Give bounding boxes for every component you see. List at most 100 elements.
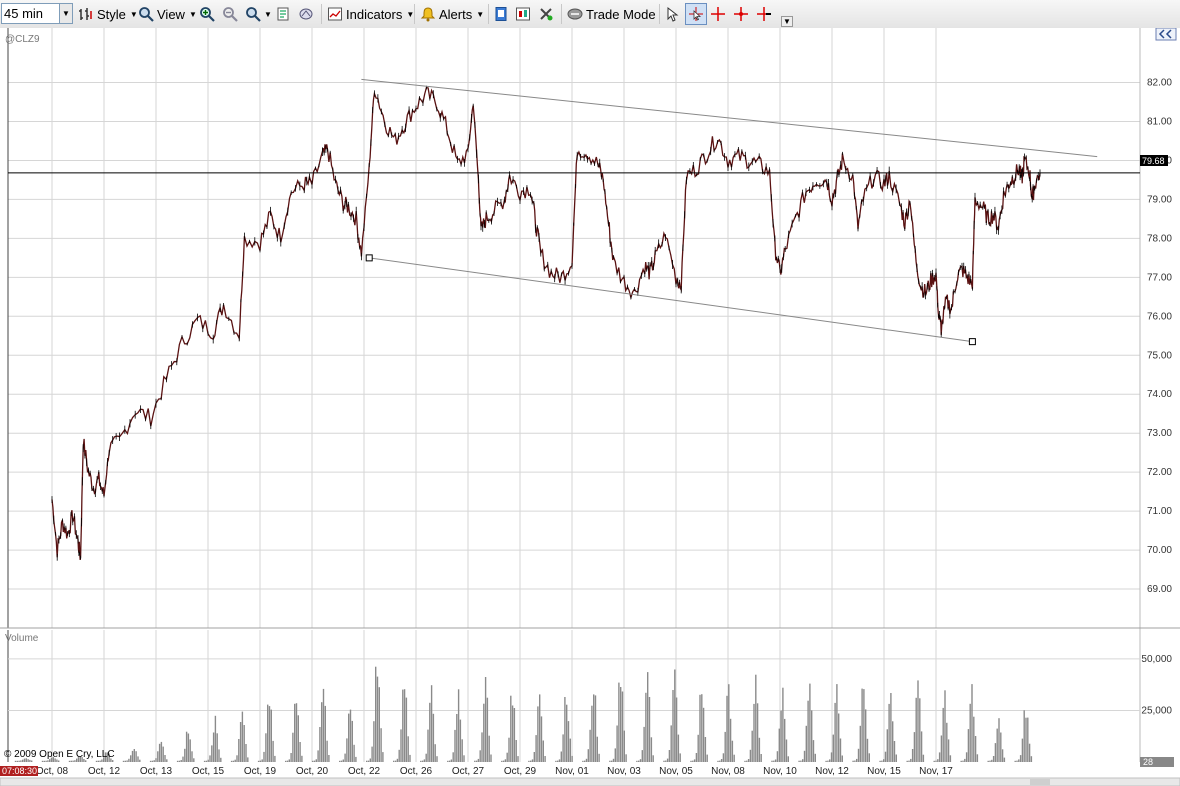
volume-bar <box>484 677 487 762</box>
crosshair-tool-button[interactable] <box>685 3 707 25</box>
volume-bar <box>935 760 937 762</box>
volume-bar <box>72 760 74 762</box>
trendline-handle[interactable] <box>968 338 976 346</box>
volume-bar <box>774 759 777 762</box>
volume-bar <box>68 760 71 762</box>
volume-bar <box>477 758 480 762</box>
interval-select[interactable]: 45 min ▼ <box>1 3 73 24</box>
volume-bar <box>239 722 242 762</box>
volume-bar <box>232 760 235 762</box>
volume-bar <box>969 703 971 762</box>
volume-bar <box>639 759 642 762</box>
volume-bar <box>185 731 188 762</box>
zoom-menu-button[interactable]: ▼ <box>245 4 272 24</box>
volume-bar <box>241 711 244 762</box>
trade-mode-button[interactable]: Trade Mode <box>567 4 656 24</box>
volume-bar <box>747 759 750 762</box>
volume-bar <box>230 760 233 762</box>
zoom-in-button[interactable] <box>199 4 218 24</box>
volume-bar <box>643 726 645 762</box>
volume-bar <box>722 753 725 762</box>
volume-bar <box>1000 732 1002 762</box>
volume-bar <box>886 729 888 762</box>
global-crosshair-icon <box>734 7 748 21</box>
volume-bar <box>991 759 993 762</box>
volume-bar <box>270 709 272 762</box>
volume-bar <box>1030 756 1033 762</box>
volume-bar <box>176 760 179 762</box>
volume-bar <box>297 715 299 762</box>
volume-bar <box>511 705 514 762</box>
volume-bar <box>380 728 382 762</box>
volume-bar <box>569 738 571 762</box>
zoom-out-button[interactable] <box>222 4 241 24</box>
pointer-tool-button[interactable] <box>664 4 683 24</box>
view-label: View <box>157 6 185 22</box>
volume-bar <box>128 758 130 762</box>
date-tick-label: Nov, 12 <box>815 766 849 777</box>
order-ticket-button[interactable] <box>493 4 512 24</box>
volume-bar <box>814 753 816 762</box>
view-menu-button[interactable]: View ▼ <box>138 4 197 24</box>
pointer-icon <box>667 6 679 22</box>
volume-bar <box>508 737 510 762</box>
volume-bar <box>340 760 343 762</box>
volume-bar <box>203 760 206 762</box>
volume-bar <box>272 740 274 762</box>
horizontal-scrollbar[interactable] <box>0 777 1180 786</box>
volume-bar <box>97 760 99 762</box>
crosshair-button[interactable] <box>710 4 729 24</box>
collapse-panel-button[interactable] <box>1155 28 1177 41</box>
volume-bar <box>530 760 532 762</box>
template-button[interactable] <box>298 4 317 24</box>
ohlc-style-icon <box>79 8 92 20</box>
volume-bar <box>157 751 159 762</box>
volume-bar <box>974 736 977 762</box>
volume-bar <box>396 758 399 762</box>
indicators-menu-button[interactable]: Indicators ▼ <box>327 4 414 24</box>
volume-bar <box>16 760 18 762</box>
volume-bar <box>288 759 290 762</box>
chart-trader-button[interactable] <box>515 4 534 24</box>
volume-bar <box>1023 710 1025 762</box>
volume-bar <box>866 738 869 762</box>
chart-area[interactable]: 69.00 70.00 71.00 72.00 73.00 74.00 75.00 76.00… <box>0 28 1180 786</box>
volume-bar <box>448 760 451 762</box>
price-tick-label: 72.00 <box>1147 467 1172 478</box>
volume-bar <box>184 748 186 762</box>
trendline-handle[interactable] <box>365 254 373 262</box>
volume-bar <box>967 729 970 762</box>
volume-bar <box>355 756 357 762</box>
volume-bar <box>425 753 427 762</box>
volume-bar <box>893 741 896 762</box>
style-menu-button[interactable]: Style ▼ <box>78 4 138 24</box>
volume-bar <box>218 749 220 762</box>
volume-bar <box>510 695 512 762</box>
volume-bar <box>513 708 516 762</box>
volume-bar <box>641 750 643 762</box>
volume-bar <box>557 760 559 762</box>
tools-button[interactable] <box>538 4 557 24</box>
properties-button[interactable] <box>275 4 294 24</box>
volume-bar <box>884 751 887 762</box>
volume-bar <box>690 760 692 762</box>
volume-bar <box>852 760 854 762</box>
alerts-menu-button[interactable]: Alerts ▼ <box>420 4 484 24</box>
volume-bar <box>126 760 128 762</box>
volume-bar <box>946 722 948 762</box>
horizontal-line-button[interactable] <box>756 4 775 24</box>
volume-bar <box>528 760 530 762</box>
volume-bar <box>137 756 139 762</box>
volume-bar <box>85 760 87 762</box>
volume-bar <box>234 759 236 762</box>
global-crosshair-button[interactable] <box>733 4 752 24</box>
volume-bar <box>947 739 950 762</box>
volume-bar <box>650 737 653 762</box>
volume-bar <box>1016 760 1018 762</box>
volume-bar <box>802 759 804 762</box>
volume-bar <box>832 734 834 762</box>
volume-bar <box>911 749 914 762</box>
volume-bar <box>344 753 346 762</box>
volume-bar <box>648 697 651 762</box>
chevron-down-icon[interactable]: ▼ <box>59 4 72 23</box>
